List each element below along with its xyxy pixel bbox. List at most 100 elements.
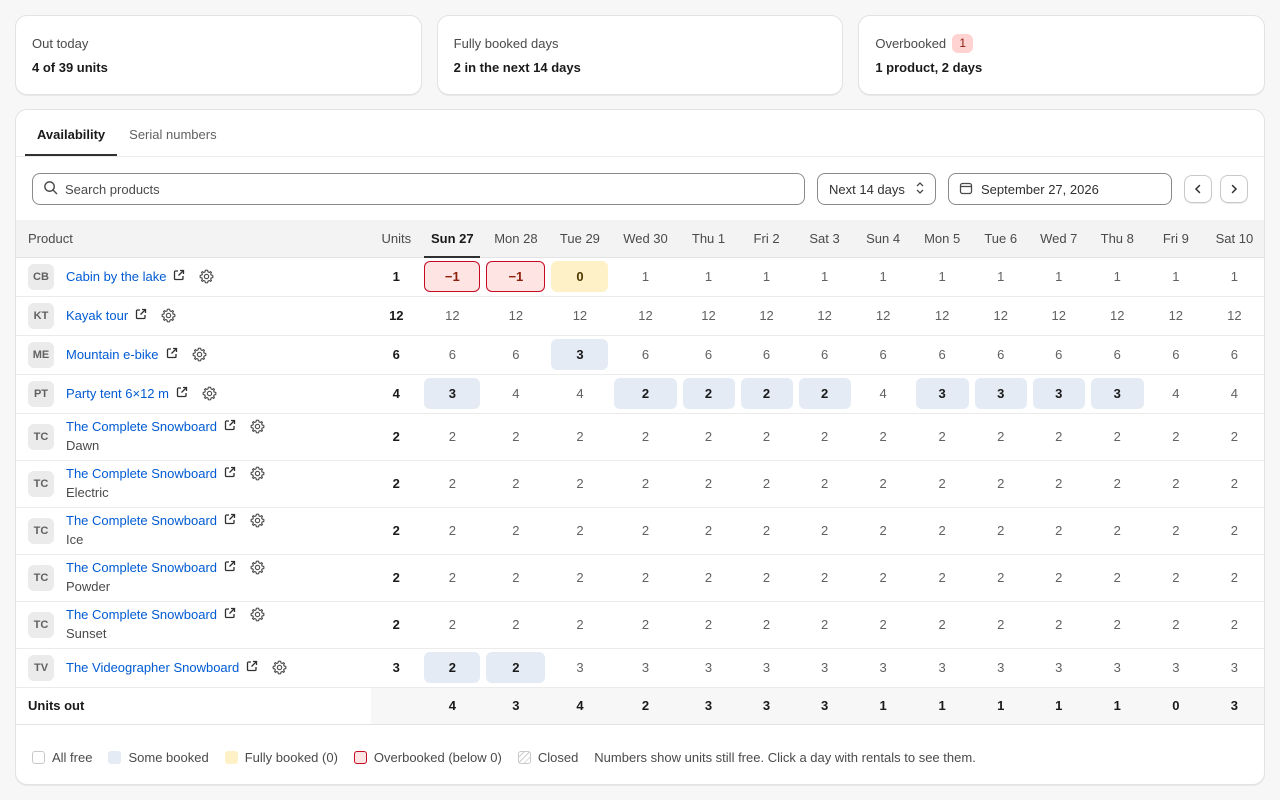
day-cell[interactable]: 3 <box>611 648 680 688</box>
day-cell[interactable]: 12 <box>1146 296 1205 336</box>
day-cell[interactable]: 2 <box>679 460 738 508</box>
day-cell[interactable]: 4 <box>548 374 612 414</box>
day-cell[interactable]: 2 <box>1087 507 1147 555</box>
gear-icon[interactable] <box>250 419 265 434</box>
day-cell[interactable]: 1 <box>1087 257 1147 297</box>
range-select[interactable]: Next 14 days <box>817 173 936 205</box>
external-link-icon[interactable] <box>246 660 258 675</box>
day-cell[interactable]: 2 <box>548 507 612 555</box>
day-cell[interactable]: 2 <box>1087 413 1147 461</box>
day-cell[interactable]: 12 <box>853 296 913 336</box>
day-cell[interactable]: 2 <box>611 374 680 414</box>
day-cell[interactable]: 1 <box>679 257 738 297</box>
day-cell[interactable]: −1 <box>483 257 549 297</box>
day-cell[interactable]: 2 <box>737 554 796 602</box>
day-cell[interactable]: 12 <box>548 296 612 336</box>
gear-icon[interactable] <box>192 347 207 362</box>
day-cell[interactable]: 2 <box>611 554 680 602</box>
day-cell[interactable]: 12 <box>1204 296 1264 336</box>
day-cell[interactable]: 1 <box>1204 257 1264 297</box>
day-cell[interactable]: 2 <box>912 601 972 649</box>
day-cell[interactable]: 2 <box>421 413 484 461</box>
day-cell[interactable]: 3 <box>1204 648 1264 688</box>
day-cell[interactable]: 2 <box>795 374 854 414</box>
day-cell[interactable]: 2 <box>1087 554 1147 602</box>
day-cell[interactable]: 6 <box>1087 335 1147 375</box>
day-cell[interactable]: 1 <box>795 257 854 297</box>
day-cell[interactable]: 2 <box>483 413 549 461</box>
day-cell[interactable]: 12 <box>912 296 972 336</box>
day-cell[interactable]: 3 <box>795 648 854 688</box>
day-cell[interactable]: 2 <box>679 554 738 602</box>
day-cell[interactable]: 1 <box>611 257 680 297</box>
day-cell[interactable]: 2 <box>1204 554 1264 602</box>
gear-icon[interactable] <box>250 466 265 481</box>
product-name-link[interactable]: The Complete Snowboard <box>66 607 217 622</box>
external-link-icon[interactable] <box>166 347 178 362</box>
external-link-icon[interactable] <box>176 386 188 401</box>
day-cell[interactable]: 2 <box>1029 507 1088 555</box>
day-cell[interactable]: 2 <box>1146 554 1205 602</box>
day-cell[interactable]: 6 <box>971 335 1030 375</box>
day-cell[interactable]: 2 <box>1087 460 1147 508</box>
day-cell[interactable]: 2 <box>1146 413 1205 461</box>
day-cell[interactable]: 2 <box>1146 601 1205 649</box>
day-cell[interactable]: 12 <box>795 296 854 336</box>
day-cell[interactable]: 3 <box>548 335 612 375</box>
day-cell[interactable]: 2 <box>421 648 484 688</box>
day-cell[interactable]: 2 <box>971 507 1030 555</box>
day-cell[interactable]: 2 <box>1204 460 1264 508</box>
day-cell[interactable]: 2 <box>421 554 484 602</box>
day-cell[interactable]: 2 <box>1204 413 1264 461</box>
search-box[interactable] <box>32 173 805 205</box>
day-cell[interactable]: 3 <box>421 374 484 414</box>
day-cell[interactable]: 2 <box>1029 460 1088 508</box>
day-cell[interactable]: 3 <box>548 648 612 688</box>
day-cell[interactable]: 2 <box>1029 601 1088 649</box>
day-cell[interactable]: 2 <box>912 507 972 555</box>
day-cell[interactable]: 6 <box>795 335 854 375</box>
external-link-icon[interactable] <box>224 607 236 622</box>
day-cell[interactable]: 1 <box>853 257 913 297</box>
day-cell[interactable]: 2 <box>1204 507 1264 555</box>
day-cell[interactable]: 2 <box>679 601 738 649</box>
external-link-icon[interactable] <box>224 466 236 481</box>
day-cell[interactable]: 2 <box>679 507 738 555</box>
day-cell[interactable]: 12 <box>483 296 549 336</box>
day-cell[interactable]: 3 <box>1029 648 1088 688</box>
day-cell[interactable]: 3 <box>1029 374 1088 414</box>
day-cell[interactable]: 3 <box>912 648 972 688</box>
day-cell[interactable]: 12 <box>1029 296 1088 336</box>
day-cell[interactable]: 2 <box>611 460 680 508</box>
day-cell[interactable]: 2 <box>1146 507 1205 555</box>
day-cell[interactable]: 2 <box>611 601 680 649</box>
tab-availability[interactable]: Availability <box>25 110 118 156</box>
gear-icon[interactable] <box>202 386 217 401</box>
day-cell[interactable]: 12 <box>679 296 738 336</box>
previous-period-button[interactable] <box>1184 175 1212 203</box>
day-cell[interactable]: 2 <box>421 601 484 649</box>
day-cell[interactable]: 2 <box>795 507 854 555</box>
day-cell[interactable]: 6 <box>912 335 972 375</box>
day-cell[interactable]: 2 <box>611 413 680 461</box>
day-cell[interactable]: 3 <box>971 648 1030 688</box>
external-link-icon[interactable] <box>224 560 236 575</box>
external-link-icon[interactable] <box>224 419 236 434</box>
day-cell[interactable]: 6 <box>737 335 796 375</box>
product-name-link[interactable]: Party tent 6×12 m <box>66 386 169 401</box>
product-name-link[interactable]: The Videographer Snowboard <box>66 660 239 675</box>
day-cell[interactable]: 2 <box>971 554 1030 602</box>
day-cell[interactable]: 2 <box>483 601 549 649</box>
day-cell[interactable]: 3 <box>1087 648 1147 688</box>
day-cell[interactable]: 2 <box>971 601 1030 649</box>
day-cell[interactable]: 12 <box>421 296 484 336</box>
day-cell[interactable]: 6 <box>421 335 484 375</box>
gear-icon[interactable] <box>250 513 265 528</box>
day-cell[interactable]: 2 <box>737 507 796 555</box>
product-name-link[interactable]: The Complete Snowboard <box>66 419 217 434</box>
product-name-link[interactable]: The Complete Snowboard <box>66 560 217 575</box>
day-cell[interactable]: 2 <box>912 554 972 602</box>
day-cell[interactable]: 3 <box>853 648 913 688</box>
day-cell[interactable]: 1 <box>1146 257 1205 297</box>
day-cell[interactable]: 4 <box>853 374 913 414</box>
